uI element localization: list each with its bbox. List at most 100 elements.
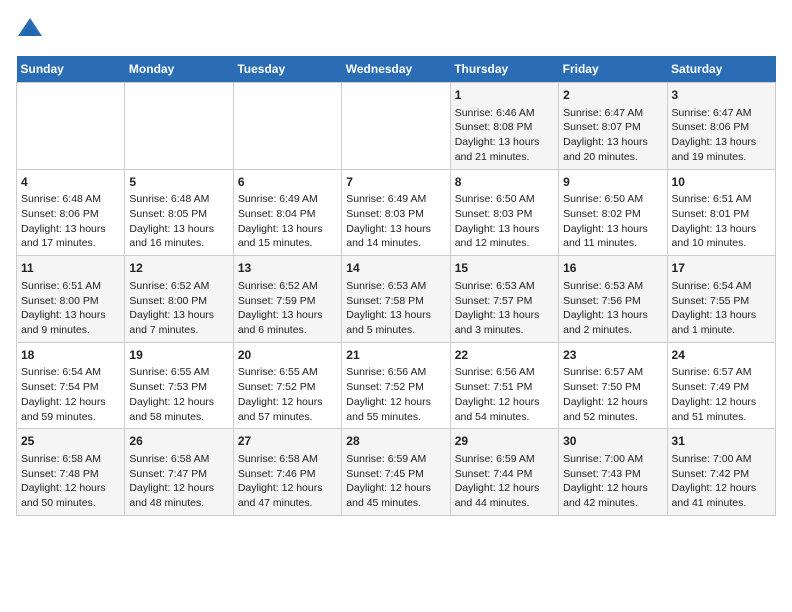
cell-text: Sunrise: 6:57 AM — [672, 365, 771, 380]
calendar-week-2: 4Sunrise: 6:48 AMSunset: 8:06 PMDaylight… — [17, 169, 776, 256]
calendar-cell: 7Sunrise: 6:49 AMSunset: 8:03 PMDaylight… — [342, 169, 450, 256]
calendar-cell: 1Sunrise: 6:46 AMSunset: 8:08 PMDaylight… — [450, 83, 558, 170]
calendar-cell: 11Sunrise: 6:51 AMSunset: 8:00 PMDayligh… — [17, 256, 125, 343]
day-number: 17 — [672, 260, 771, 277]
cell-text: Sunrise: 6:56 AM — [455, 365, 554, 380]
day-number: 4 — [21, 174, 120, 191]
cell-text: Sunset: 7:59 PM — [238, 294, 337, 309]
day-number: 29 — [455, 433, 554, 450]
cell-text: Daylight: 13 hours — [563, 308, 662, 323]
cell-text: Sunrise: 6:51 AM — [21, 279, 120, 294]
cell-text: and 2 minutes. — [563, 323, 662, 338]
calendar-cell: 14Sunrise: 6:53 AMSunset: 7:58 PMDayligh… — [342, 256, 450, 343]
cell-text: Sunrise: 6:55 AM — [129, 365, 228, 380]
cell-text: Sunset: 7:49 PM — [672, 380, 771, 395]
calendar-cell: 26Sunrise: 6:58 AMSunset: 7:47 PMDayligh… — [125, 429, 233, 516]
calendar-cell: 30Sunrise: 7:00 AMSunset: 7:43 PMDayligh… — [559, 429, 667, 516]
cell-text: and 50 minutes. — [21, 496, 120, 511]
calendar-cell: 29Sunrise: 6:59 AMSunset: 7:44 PMDayligh… — [450, 429, 558, 516]
day-number: 23 — [563, 347, 662, 364]
cell-text: Sunset: 8:03 PM — [455, 207, 554, 222]
cell-text: Daylight: 12 hours — [346, 481, 445, 496]
cell-text: Daylight: 12 hours — [21, 481, 120, 496]
cell-text: and 21 minutes. — [455, 150, 554, 165]
cell-text: Sunrise: 6:47 AM — [672, 106, 771, 121]
cell-text: Sunset: 8:07 PM — [563, 120, 662, 135]
cell-text: and 11 minutes. — [563, 236, 662, 251]
cell-text: and 1 minute. — [672, 323, 771, 338]
day-number: 18 — [21, 347, 120, 364]
calendar-cell: 2Sunrise: 6:47 AMSunset: 8:07 PMDaylight… — [559, 83, 667, 170]
calendar-cell: 24Sunrise: 6:57 AMSunset: 7:49 PMDayligh… — [667, 342, 775, 429]
cell-text: Sunrise: 7:00 AM — [672, 452, 771, 467]
cell-text: and 5 minutes. — [346, 323, 445, 338]
day-number: 21 — [346, 347, 445, 364]
cell-text: Sunrise: 6:57 AM — [563, 365, 662, 380]
header-day-sunday: Sunday — [17, 56, 125, 83]
cell-text: Sunset: 7:42 PM — [672, 467, 771, 482]
calendar-cell: 6Sunrise: 6:49 AMSunset: 8:04 PMDaylight… — [233, 169, 341, 256]
day-number: 31 — [672, 433, 771, 450]
cell-text: Daylight: 13 hours — [563, 135, 662, 150]
day-number: 10 — [672, 174, 771, 191]
calendar-cell: 9Sunrise: 6:50 AMSunset: 8:02 PMDaylight… — [559, 169, 667, 256]
cell-text: Daylight: 12 hours — [563, 481, 662, 496]
calendar-cell: 19Sunrise: 6:55 AMSunset: 7:53 PMDayligh… — [125, 342, 233, 429]
cell-text: and 16 minutes. — [129, 236, 228, 251]
cell-text: Sunset: 7:54 PM — [21, 380, 120, 395]
cell-text: and 42 minutes. — [563, 496, 662, 511]
calendar-cell: 21Sunrise: 6:56 AMSunset: 7:52 PMDayligh… — [342, 342, 450, 429]
day-number: 8 — [455, 174, 554, 191]
day-number: 7 — [346, 174, 445, 191]
cell-text: and 3 minutes. — [455, 323, 554, 338]
cell-text: Sunrise: 6:53 AM — [346, 279, 445, 294]
cell-text: Daylight: 13 hours — [455, 135, 554, 150]
page-header — [16, 16, 776, 44]
cell-text: and 57 minutes. — [238, 410, 337, 425]
day-number: 2 — [563, 87, 662, 104]
calendar-week-4: 18Sunrise: 6:54 AMSunset: 7:54 PMDayligh… — [17, 342, 776, 429]
cell-text: Daylight: 13 hours — [346, 222, 445, 237]
cell-text: Sunset: 7:51 PM — [455, 380, 554, 395]
day-number: 14 — [346, 260, 445, 277]
cell-text: Sunrise: 7:00 AM — [563, 452, 662, 467]
cell-text: Sunset: 8:08 PM — [455, 120, 554, 135]
header-day-wednesday: Wednesday — [342, 56, 450, 83]
cell-text: Sunrise: 6:59 AM — [455, 452, 554, 467]
cell-text: Sunrise: 6:48 AM — [129, 192, 228, 207]
day-number: 3 — [672, 87, 771, 104]
cell-text: Daylight: 12 hours — [238, 395, 337, 410]
header-day-monday: Monday — [125, 56, 233, 83]
cell-text: and 15 minutes. — [238, 236, 337, 251]
calendar-cell: 12Sunrise: 6:52 AMSunset: 8:00 PMDayligh… — [125, 256, 233, 343]
day-number: 1 — [455, 87, 554, 104]
calendar-cell — [125, 83, 233, 170]
calendar-cell: 27Sunrise: 6:58 AMSunset: 7:46 PMDayligh… — [233, 429, 341, 516]
cell-text: Sunset: 8:05 PM — [129, 207, 228, 222]
cell-text: Sunset: 8:00 PM — [129, 294, 228, 309]
cell-text: Sunset: 8:06 PM — [672, 120, 771, 135]
calendar-header: SundayMondayTuesdayWednesdayThursdayFrid… — [17, 56, 776, 83]
cell-text: Daylight: 13 hours — [563, 222, 662, 237]
logo-icon — [16, 16, 44, 44]
cell-text: Daylight: 12 hours — [129, 395, 228, 410]
cell-text: Sunset: 7:46 PM — [238, 467, 337, 482]
cell-text: and 58 minutes. — [129, 410, 228, 425]
cell-text: Sunrise: 6:48 AM — [21, 192, 120, 207]
day-number: 20 — [238, 347, 337, 364]
cell-text: Sunset: 7:43 PM — [563, 467, 662, 482]
cell-text: and 7 minutes. — [129, 323, 228, 338]
calendar-cell: 23Sunrise: 6:57 AMSunset: 7:50 PMDayligh… — [559, 342, 667, 429]
cell-text: Sunset: 7:52 PM — [346, 380, 445, 395]
cell-text: and 51 minutes. — [672, 410, 771, 425]
cell-text: and 48 minutes. — [129, 496, 228, 511]
calendar-cell: 5Sunrise: 6:48 AMSunset: 8:05 PMDaylight… — [125, 169, 233, 256]
cell-text: Daylight: 13 hours — [129, 222, 228, 237]
calendar-cell: 16Sunrise: 6:53 AMSunset: 7:56 PMDayligh… — [559, 256, 667, 343]
cell-text: Daylight: 13 hours — [672, 135, 771, 150]
cell-text: Sunrise: 6:54 AM — [672, 279, 771, 294]
cell-text: Sunset: 8:01 PM — [672, 207, 771, 222]
calendar-cell: 20Sunrise: 6:55 AMSunset: 7:52 PMDayligh… — [233, 342, 341, 429]
cell-text: Sunset: 7:52 PM — [238, 380, 337, 395]
cell-text: Sunset: 8:03 PM — [346, 207, 445, 222]
